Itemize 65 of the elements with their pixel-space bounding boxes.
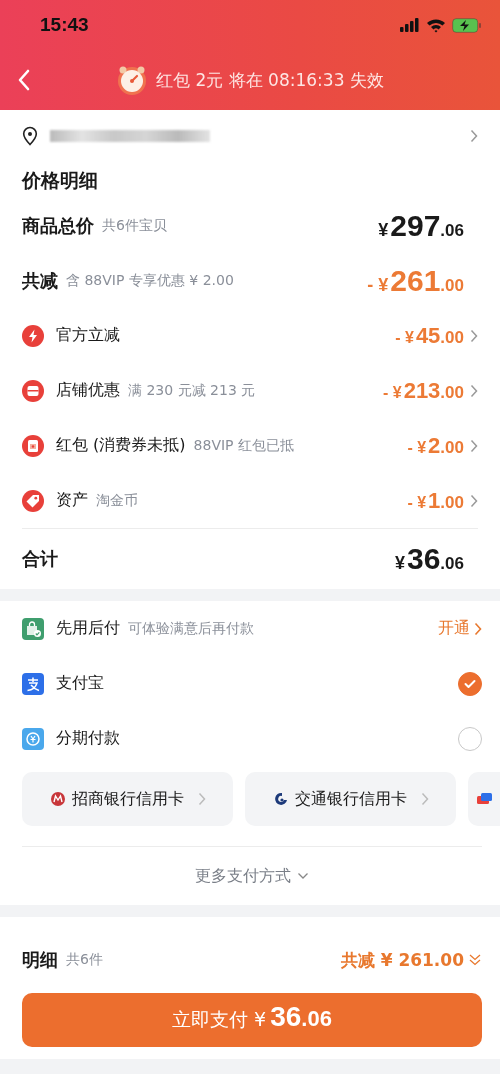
row-note: 淘金币 (96, 491, 138, 510)
radio-button[interactable] (458, 671, 482, 696)
detail-label: 明细 (22, 948, 58, 972)
chevron-right-icon (470, 438, 478, 453)
more-payment-link[interactable]: 更多支付方式 (22, 847, 482, 905)
back-icon (18, 69, 30, 91)
price: ¥297.06 (378, 208, 464, 243)
row-label: 分期付款 (56, 728, 120, 749)
chevron-right-icon (474, 621, 482, 636)
envelope-icon (22, 434, 44, 457)
row-label: 商品总价 (22, 213, 94, 238)
alarm-clock-icon (116, 64, 149, 96)
row-label: 官方立减 (56, 325, 120, 346)
row-note: 含 88VIP 专享优惠 ¥ 2.00 (66, 271, 234, 290)
chevron-right-icon (470, 328, 478, 343)
bank-logo-icon (272, 791, 289, 807)
discount-amount: - ¥261.00 (367, 263, 464, 298)
status-time: 15:43 (40, 14, 89, 36)
shopping-bag-icon (22, 617, 44, 640)
row-note: 可体验满意后再付款 (128, 619, 254, 638)
bank-card-option[interactable]: 招商银行信用卡 (22, 772, 233, 826)
tag-icon (22, 489, 44, 512)
card-logo-icon (476, 791, 492, 807)
discount-row[interactable]: 红包 (消费券未抵) 88VIP 红包已抵 - ¥2.00 (22, 418, 478, 473)
section-title: 价格明细 (22, 168, 99, 193)
countdown-text: 红包 2元 将在 08:16:33 失效 (156, 68, 384, 92)
bank-logo-icon (49, 791, 66, 807)
location-pin-icon (22, 126, 38, 146)
lightning-icon (22, 324, 44, 347)
total-label: 合计 (22, 547, 58, 571)
discount-amount: - ¥45.00 (395, 322, 464, 349)
discount-row[interactable]: 店铺优惠 满 230 元减 213 元 - ¥213.00 (22, 363, 478, 418)
chevron-right-icon (470, 383, 478, 398)
row-label: 先用后付 (56, 618, 120, 639)
chevron-right-icon (197, 792, 206, 806)
row-note: 共6件宝贝 (102, 216, 167, 235)
wifi-icon (426, 17, 446, 33)
check-icon (464, 678, 476, 689)
row-note: 88VIP 红包已抵 (193, 436, 294, 455)
shop-icon (22, 379, 44, 402)
item-count: 共6件 (66, 951, 103, 969)
chevron-right-icon (420, 792, 429, 806)
chevron-down-icon (297, 872, 309, 880)
row-label: 共减 (22, 268, 58, 293)
discount-amount: - ¥213.00 (382, 377, 464, 404)
row-label: 店铺优惠 (56, 380, 120, 401)
chevron-right-icon (470, 129, 478, 143)
discount-row[interactable]: 官方立减 - ¥45.00 (22, 308, 478, 363)
signal-icon (400, 18, 420, 32)
alipay-icon (22, 672, 44, 695)
row-note: 满 230 元减 213 元 (128, 381, 256, 400)
row-label: 红包 (消费券未抵) (56, 435, 186, 456)
battery-icon (452, 17, 482, 33)
discount-row[interactable]: 资产 淘金币 - ¥1.00 (22, 473, 478, 528)
discount-amount: - ¥1.00 (407, 487, 464, 514)
chevron-right-icon (470, 493, 478, 508)
discount-amount: - ¥2.00 (407, 432, 464, 459)
total-price: ¥36.06 (394, 542, 464, 576)
bank-card-option[interactable]: 交通银行信用卡 (245, 772, 456, 826)
double-chevron-down-icon (468, 953, 482, 967)
row-label: 支付宝 (56, 673, 104, 694)
yuan-cycle-icon (22, 727, 44, 750)
payment-method[interactable]: 分期付款 (22, 711, 482, 766)
row-label: 资产 (56, 490, 88, 511)
payment-method[interactable]: 支付宝 (22, 656, 482, 711)
